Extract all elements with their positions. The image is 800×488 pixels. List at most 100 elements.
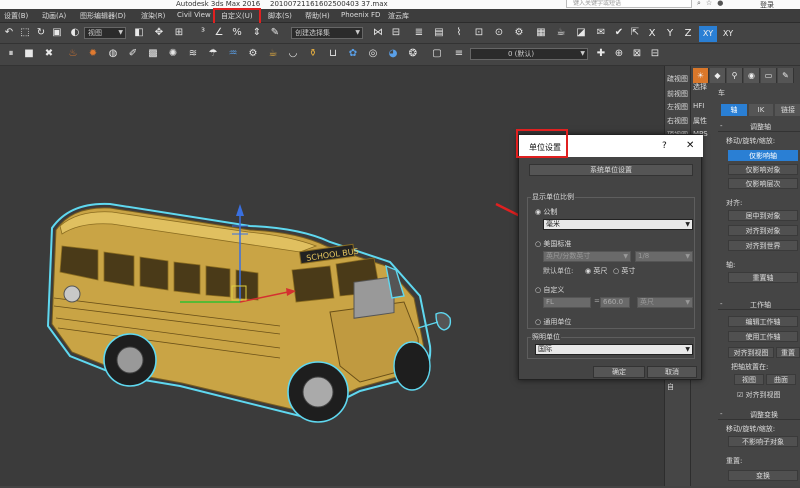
percent-snap-icon[interactable]: % <box>230 26 244 40</box>
adjust-transform-rollout[interactable]: - 调整变换 <box>718 410 800 420</box>
bowl-icon[interactable]: ◡ <box>286 47 300 61</box>
water-icon[interactable]: ♒ <box>226 47 240 61</box>
affect-object-only-button[interactable]: 仅影响对象 <box>728 164 798 175</box>
stop-icon[interactable]: ■ <box>22 47 36 61</box>
splash-icon[interactable]: ✿ <box>346 47 360 61</box>
schematic-view-icon[interactable]: ⊡ <box>472 26 486 40</box>
system-units-setup-button[interactable]: 系统单位设置 <box>529 164 693 176</box>
axis-y-button[interactable]: Y <box>662 26 678 42</box>
user-icon[interactable]: ● <box>717 0 728 7</box>
place-view-button[interactable]: 视图 <box>734 374 764 385</box>
select-object-icon[interactable]: ⬚ <box>18 26 32 40</box>
axis-xy-cycle-button[interactable]: XY <box>719 26 737 42</box>
transform-button[interactable]: 变换 <box>728 470 798 481</box>
close-icon[interactable]: ✕ <box>686 140 694 151</box>
fire-icon[interactable]: ♨ <box>66 47 80 61</box>
dont-affect-children-button[interactable]: 不影响子对象 <box>728 436 798 447</box>
menu-phoenix-fd[interactable]: Phoenix FD <box>341 11 380 19</box>
menu-animation[interactable]: 动画(A) <box>42 11 66 21</box>
menu-help[interactable]: 帮助(H) <box>305 11 330 21</box>
delete-icon[interactable]: ✖ <box>42 47 56 61</box>
angle-snap-icon[interactable]: ∠ <box>212 26 226 40</box>
subtab-ik[interactable]: IK <box>749 104 773 116</box>
render-icon[interactable]: ☕ <box>554 26 568 40</box>
checkmark-icon[interactable]: ✔ <box>612 26 626 40</box>
star-icon[interactable]: ☆ <box>706 0 717 7</box>
reset-pivot-button[interactable]: 重置轴 <box>728 272 798 283</box>
strip-item[interactable]: 自 <box>665 382 691 392</box>
ok-button[interactable]: 确定 <box>593 366 645 378</box>
mug-icon[interactable]: ☕ <box>266 47 280 61</box>
render-production-icon[interactable]: ◪ <box>574 26 588 40</box>
metric-radio[interactable]: ◉ 公制 <box>535 207 557 217</box>
add-to-layer-icon[interactable]: ⊕ <box>612 47 626 61</box>
align-to-object-button[interactable]: 对齐到对象 <box>728 225 798 236</box>
affect-pivot-only-button[interactable]: 仅影响轴 <box>728 150 798 161</box>
spinner-snap-icon[interactable]: ⇕ <box>250 26 264 40</box>
wave-icon[interactable]: ≋ <box>186 47 200 61</box>
undo-icon[interactable]: ↶ <box>2 26 16 40</box>
curve-editor-icon[interactable]: ⌇ <box>452 26 466 40</box>
refresh-icon[interactable]: ↻ <box>34 26 48 40</box>
login-link[interactable]: 登录 <box>760 0 774 9</box>
menu-rendering[interactable]: 渲染(R) <box>141 11 165 21</box>
search-icon[interactable]: ⌕ <box>697 0 706 7</box>
box-icon[interactable]: ▢ <box>430 47 444 61</box>
drop-icon[interactable]: ☂ <box>206 47 220 61</box>
ocean-icon[interactable]: ◕ <box>386 47 400 61</box>
brush-icon[interactable]: ✐ <box>126 47 140 61</box>
place-surface-button[interactable]: 曲面 <box>766 374 796 385</box>
axis-z-button[interactable]: Z <box>680 26 696 42</box>
layer-manager-icon[interactable]: ≣ <box>412 26 426 40</box>
adjust-pivot-rollout[interactable]: - 调整轴 <box>718 122 800 132</box>
fire-emitter-icon[interactable]: ✹ <box>86 47 100 61</box>
align-to-view-checkbox[interactable]: ☑ 对齐到视图 <box>737 390 781 400</box>
inches-radio[interactable]: ○ 英寸 <box>613 266 635 276</box>
utilities-tab-icon[interactable]: ✎ <box>778 68 794 83</box>
reset-working-button[interactable]: 重置 <box>776 347 800 358</box>
display-tab-icon[interactable]: ▭ <box>761 68 777 83</box>
center-to-object-button[interactable]: 居中到对象 <box>728 210 798 221</box>
select-region-icon[interactable]: ▣ <box>50 26 64 40</box>
custom-unit-select[interactable]: 英尺 ▼ <box>637 297 693 308</box>
select-layer-icon[interactable]: ⊠ <box>630 47 644 61</box>
cup-icon[interactable]: ⊔ <box>326 47 340 61</box>
toggle-ribbon-icon[interactable]: ▤ <box>432 26 446 40</box>
menu-render-cloud[interactable]: 渲云库 <box>388 11 409 21</box>
render-cloud-icon[interactable]: ✉ <box>594 26 608 40</box>
select-manipulate-icon[interactable]: ⊞ <box>172 26 186 40</box>
render-setup-icon[interactable]: ⚙ <box>512 26 526 40</box>
mirror-icon[interactable]: ⋈ <box>371 26 385 40</box>
layer-properties-icon[interactable]: ⊟ <box>648 47 662 61</box>
working-pivot-rollout[interactable]: - 工作轴 <box>718 300 800 310</box>
cube-icon[interactable]: ▩ <box>146 47 160 61</box>
axis-x-button[interactable]: X <box>644 26 660 42</box>
create-tab-icon[interactable]: ☀ <box>693 68 709 83</box>
edit-named-selection-icon[interactable]: ✎ <box>268 26 282 40</box>
gear-icon[interactable]: ⚙ <box>246 47 260 61</box>
us-unit-select[interactable]: 英尺/分数英寸 ▼ <box>543 251 631 262</box>
foam-icon[interactable]: ❂ <box>406 47 420 61</box>
bottle-icon[interactable]: ⚱ <box>306 47 320 61</box>
strip-item[interactable]: 前视图 <box>665 89 691 99</box>
sphere-icon[interactable]: ◐ <box>68 26 82 40</box>
hierarchy-tab-icon[interactable]: ⚲ <box>727 68 743 83</box>
render-frame-icon[interactable]: ▦ <box>534 26 548 40</box>
help-icon[interactable]: ? <box>662 141 667 151</box>
cancel-button[interactable]: 取消 <box>647 366 697 378</box>
generic-units-radio[interactable]: ○ 通用单位 <box>535 317 571 327</box>
menu-settings[interactable]: 设置(B) <box>4 11 28 21</box>
feet-radio[interactable]: ◉ 英尺 <box>585 266 607 276</box>
menu-graph-editors[interactable]: 图形编辑器(D) <box>80 11 126 21</box>
modify-tab-icon[interactable]: ◆ <box>710 68 726 83</box>
custom-name-input[interactable]: FL <box>543 297 591 308</box>
object-name-field[interactable]: 车 <box>718 88 800 98</box>
pause-icon[interactable]: ⏸ <box>4 47 18 61</box>
custom-value-input[interactable]: 660.0 <box>600 297 630 308</box>
pivot-icon[interactable]: ◧ <box>132 26 146 40</box>
align-icon[interactable]: ⊟ <box>389 26 403 40</box>
menu-civil-view[interactable]: Civil View <box>177 11 211 19</box>
transform-icon[interactable]: ⇱ <box>628 26 642 40</box>
edit-working-pivot-button[interactable]: 编辑工作轴 <box>728 316 798 327</box>
move-icon[interactable]: ✥ <box>152 26 166 40</box>
